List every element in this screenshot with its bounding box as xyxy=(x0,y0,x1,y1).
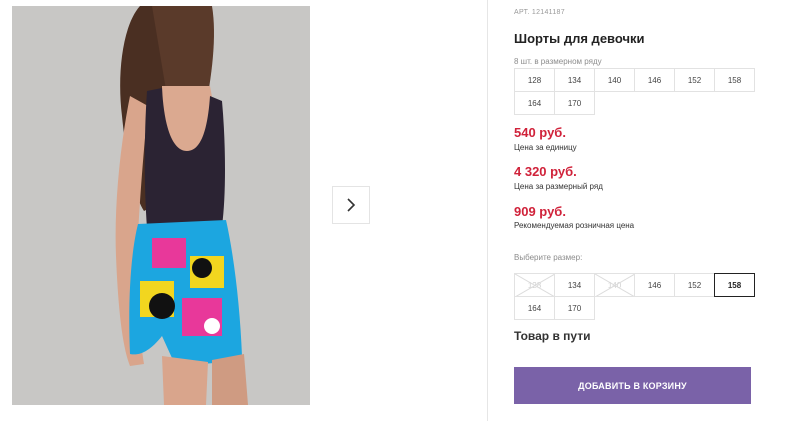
size-option-140: 140 xyxy=(594,273,635,297)
size-option-146[interactable]: 146 xyxy=(634,273,675,297)
size-option-164[interactable]: 164 xyxy=(514,296,555,320)
product-title: Шорты для девочки xyxy=(514,31,645,46)
product-gallery xyxy=(0,0,488,421)
unit-price-label: Цена за единицу xyxy=(514,143,577,152)
divider xyxy=(487,0,488,421)
row-price: 4 320 руб. xyxy=(514,164,577,179)
size-option-152[interactable]: 152 xyxy=(674,273,715,297)
size-range-item: 158 xyxy=(714,68,755,92)
size-option-134[interactable]: 134 xyxy=(554,273,595,297)
size-range-grid: 128 134 140 146 152 158 164 170 xyxy=(514,68,756,115)
size-option-128: 128 xyxy=(514,273,555,297)
size-picker-label: Выберите размер: xyxy=(514,253,583,262)
add-to-cart-button[interactable]: ДОБАВИТЬ В КОРЗИНУ xyxy=(514,367,751,404)
row-price-label: Цена за размерный ряд xyxy=(514,182,603,191)
size-range-item: 152 xyxy=(674,68,715,92)
product-photo xyxy=(12,6,310,405)
availability-status: Товар в пути xyxy=(514,329,591,343)
size-range-item: 134 xyxy=(554,68,595,92)
next-image-button[interactable] xyxy=(332,186,370,224)
retail-price-label: Рекомендуемая розничная цена xyxy=(514,221,635,230)
size-option-158[interactable]: 158 xyxy=(714,273,755,297)
product-photo-illustration xyxy=(12,6,310,405)
unit-price: 540 руб. xyxy=(514,125,566,140)
size-range-item: 164 xyxy=(514,91,555,115)
size-range-item: 140 xyxy=(594,68,635,92)
size-picker: 128 134 140 146 152 158 164 170 xyxy=(514,273,756,320)
article-number: АРТ. 12141187 xyxy=(514,9,565,16)
size-range-item: 170 xyxy=(554,91,595,115)
retail-price: 909 руб. xyxy=(514,204,566,219)
size-range-item: 128 xyxy=(514,68,555,92)
size-range-item: 146 xyxy=(634,68,675,92)
size-option-170[interactable]: 170 xyxy=(554,296,595,320)
chevron-right-icon xyxy=(347,198,356,212)
size-row-count: 8 шт. в размерном ряду xyxy=(514,57,602,66)
